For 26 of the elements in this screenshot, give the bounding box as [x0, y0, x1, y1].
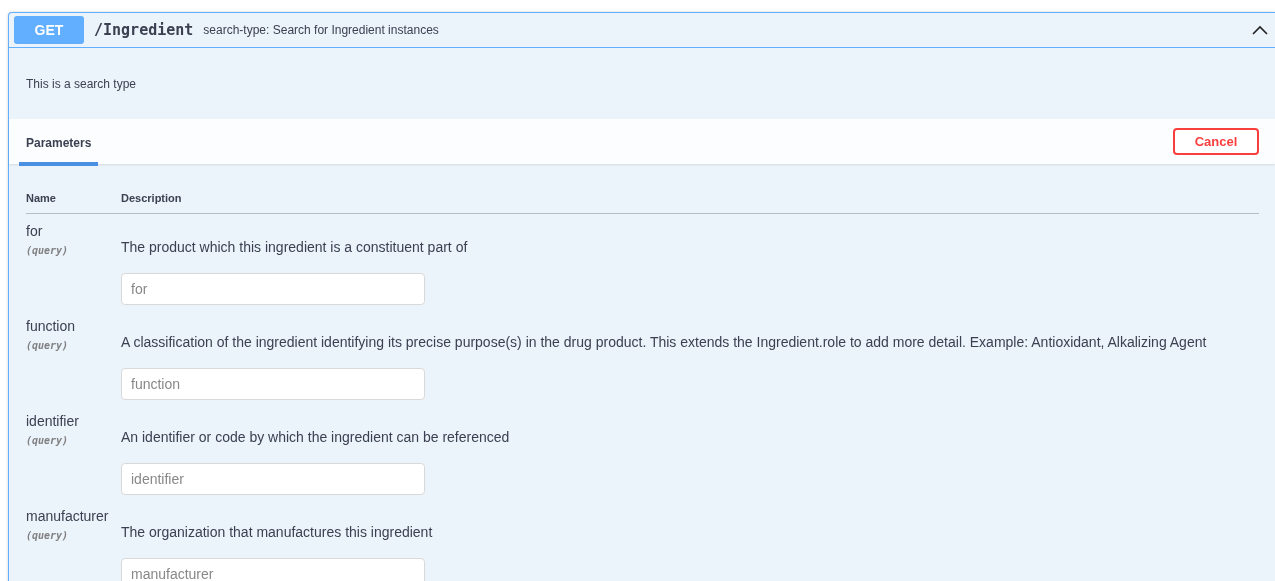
- parameter-location: (query): [26, 340, 70, 351]
- input-field[interactable]: for: [121, 273, 425, 305]
- operation-header[interactable]: GET /Ingredient search-type: Search for Ingredient instances: [9, 13, 1275, 48]
- operation-description: This is a search type: [26, 76, 137, 91]
- parameter-name: function: [26, 318, 77, 334]
- parameter-location: (query): [26, 530, 70, 541]
- chevron-icon[interactable]: [1252, 25, 1268, 35]
- parameter-location: (query): [26, 435, 70, 446]
- method-badge: GET: [14, 16, 84, 44]
- parameter-location: (query): [26, 245, 70, 256]
- input-field[interactable]: identifier: [121, 463, 425, 495]
- parameter-description: The product which this ingredient is a constituent part of: [121, 239, 469, 255]
- operation-summary: search-type: Search for Ingredient instances: [203, 23, 440, 37]
- cancel-button[interactable]: Cancel: [1173, 128, 1259, 155]
- parameters-tab[interactable]: Parameters: [19, 121, 99, 166]
- input-field[interactable]: manufacturer: [121, 558, 425, 581]
- parameter-name: for: [26, 223, 44, 239]
- column-header: Description: [121, 192, 182, 204]
- input-field[interactable]: function: [121, 368, 425, 400]
- parameter-description: An identifier or code by which the ingredient can be referenced: [121, 429, 511, 445]
- column-header: Name: [26, 192, 57, 204]
- endpoint-path: /Ingredient: [94, 21, 194, 39]
- parameter-name: manufacturer: [26, 508, 110, 524]
- parameter-description: A classification of the ingredient identifying its precise purpose(s) in the drug product. This extends the Ingredient.role to add more detail. Example: Antioxidant, Alkalizing Agent: [121, 334, 1208, 350]
- parameter-name: identifier: [26, 413, 80, 429]
- parameter-description: The organization that manufactures this ingredient: [121, 524, 434, 540]
